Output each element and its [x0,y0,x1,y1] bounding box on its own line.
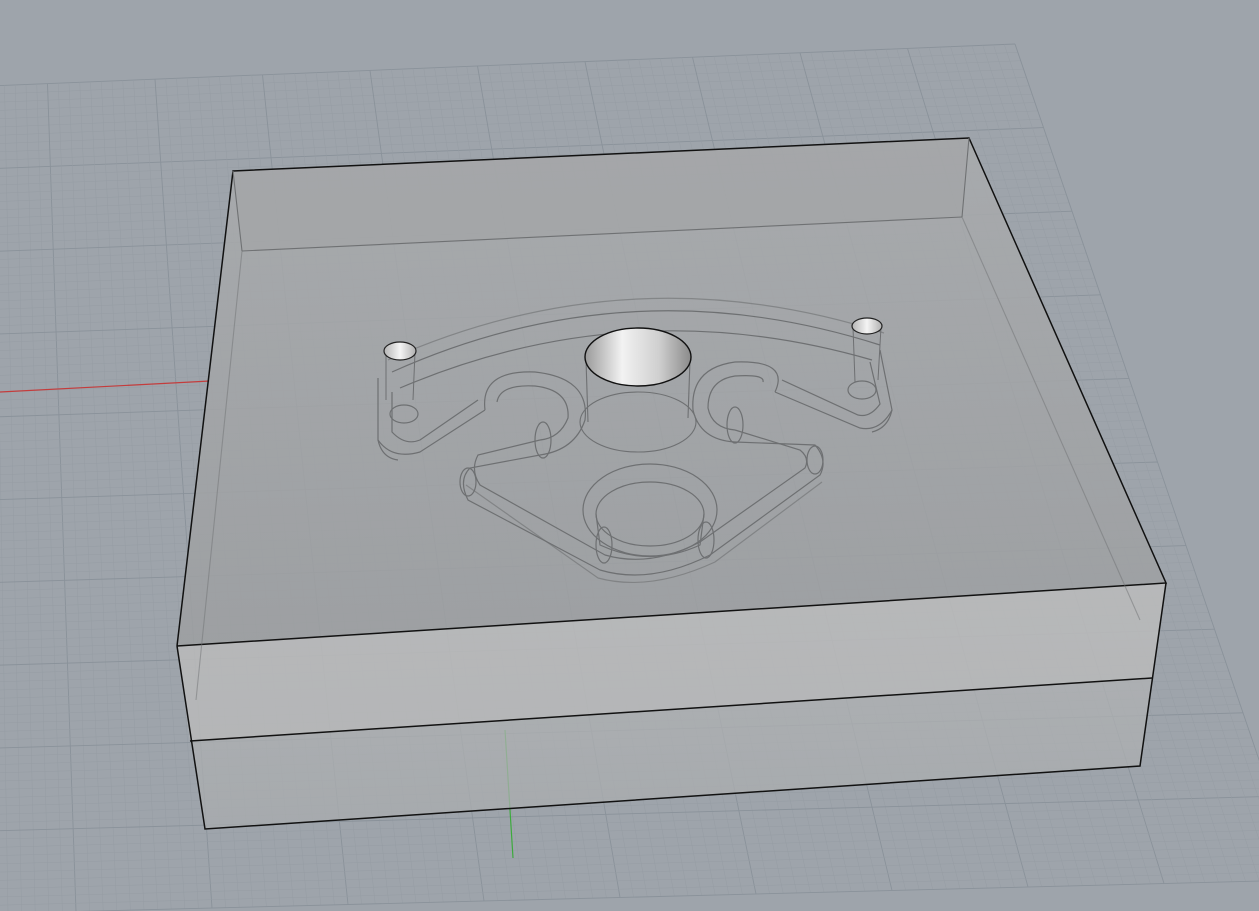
grid-line [0,821,1259,856]
grid-line [0,830,1259,865]
grid-line [77,880,1259,911]
grid-line [0,872,1259,906]
vent-pin-right-top [851,317,883,335]
mold-block[interactable] [176,137,1168,830]
viewport-canvas[interactable] [0,0,1259,911]
vent-pin-left-top [383,341,417,361]
grid-line [0,804,1259,840]
rhino-perspective-viewport[interactable] [0,0,1259,911]
sprue-top-face [584,327,692,387]
grid-line [0,847,1259,881]
grid-line [0,863,1259,898]
